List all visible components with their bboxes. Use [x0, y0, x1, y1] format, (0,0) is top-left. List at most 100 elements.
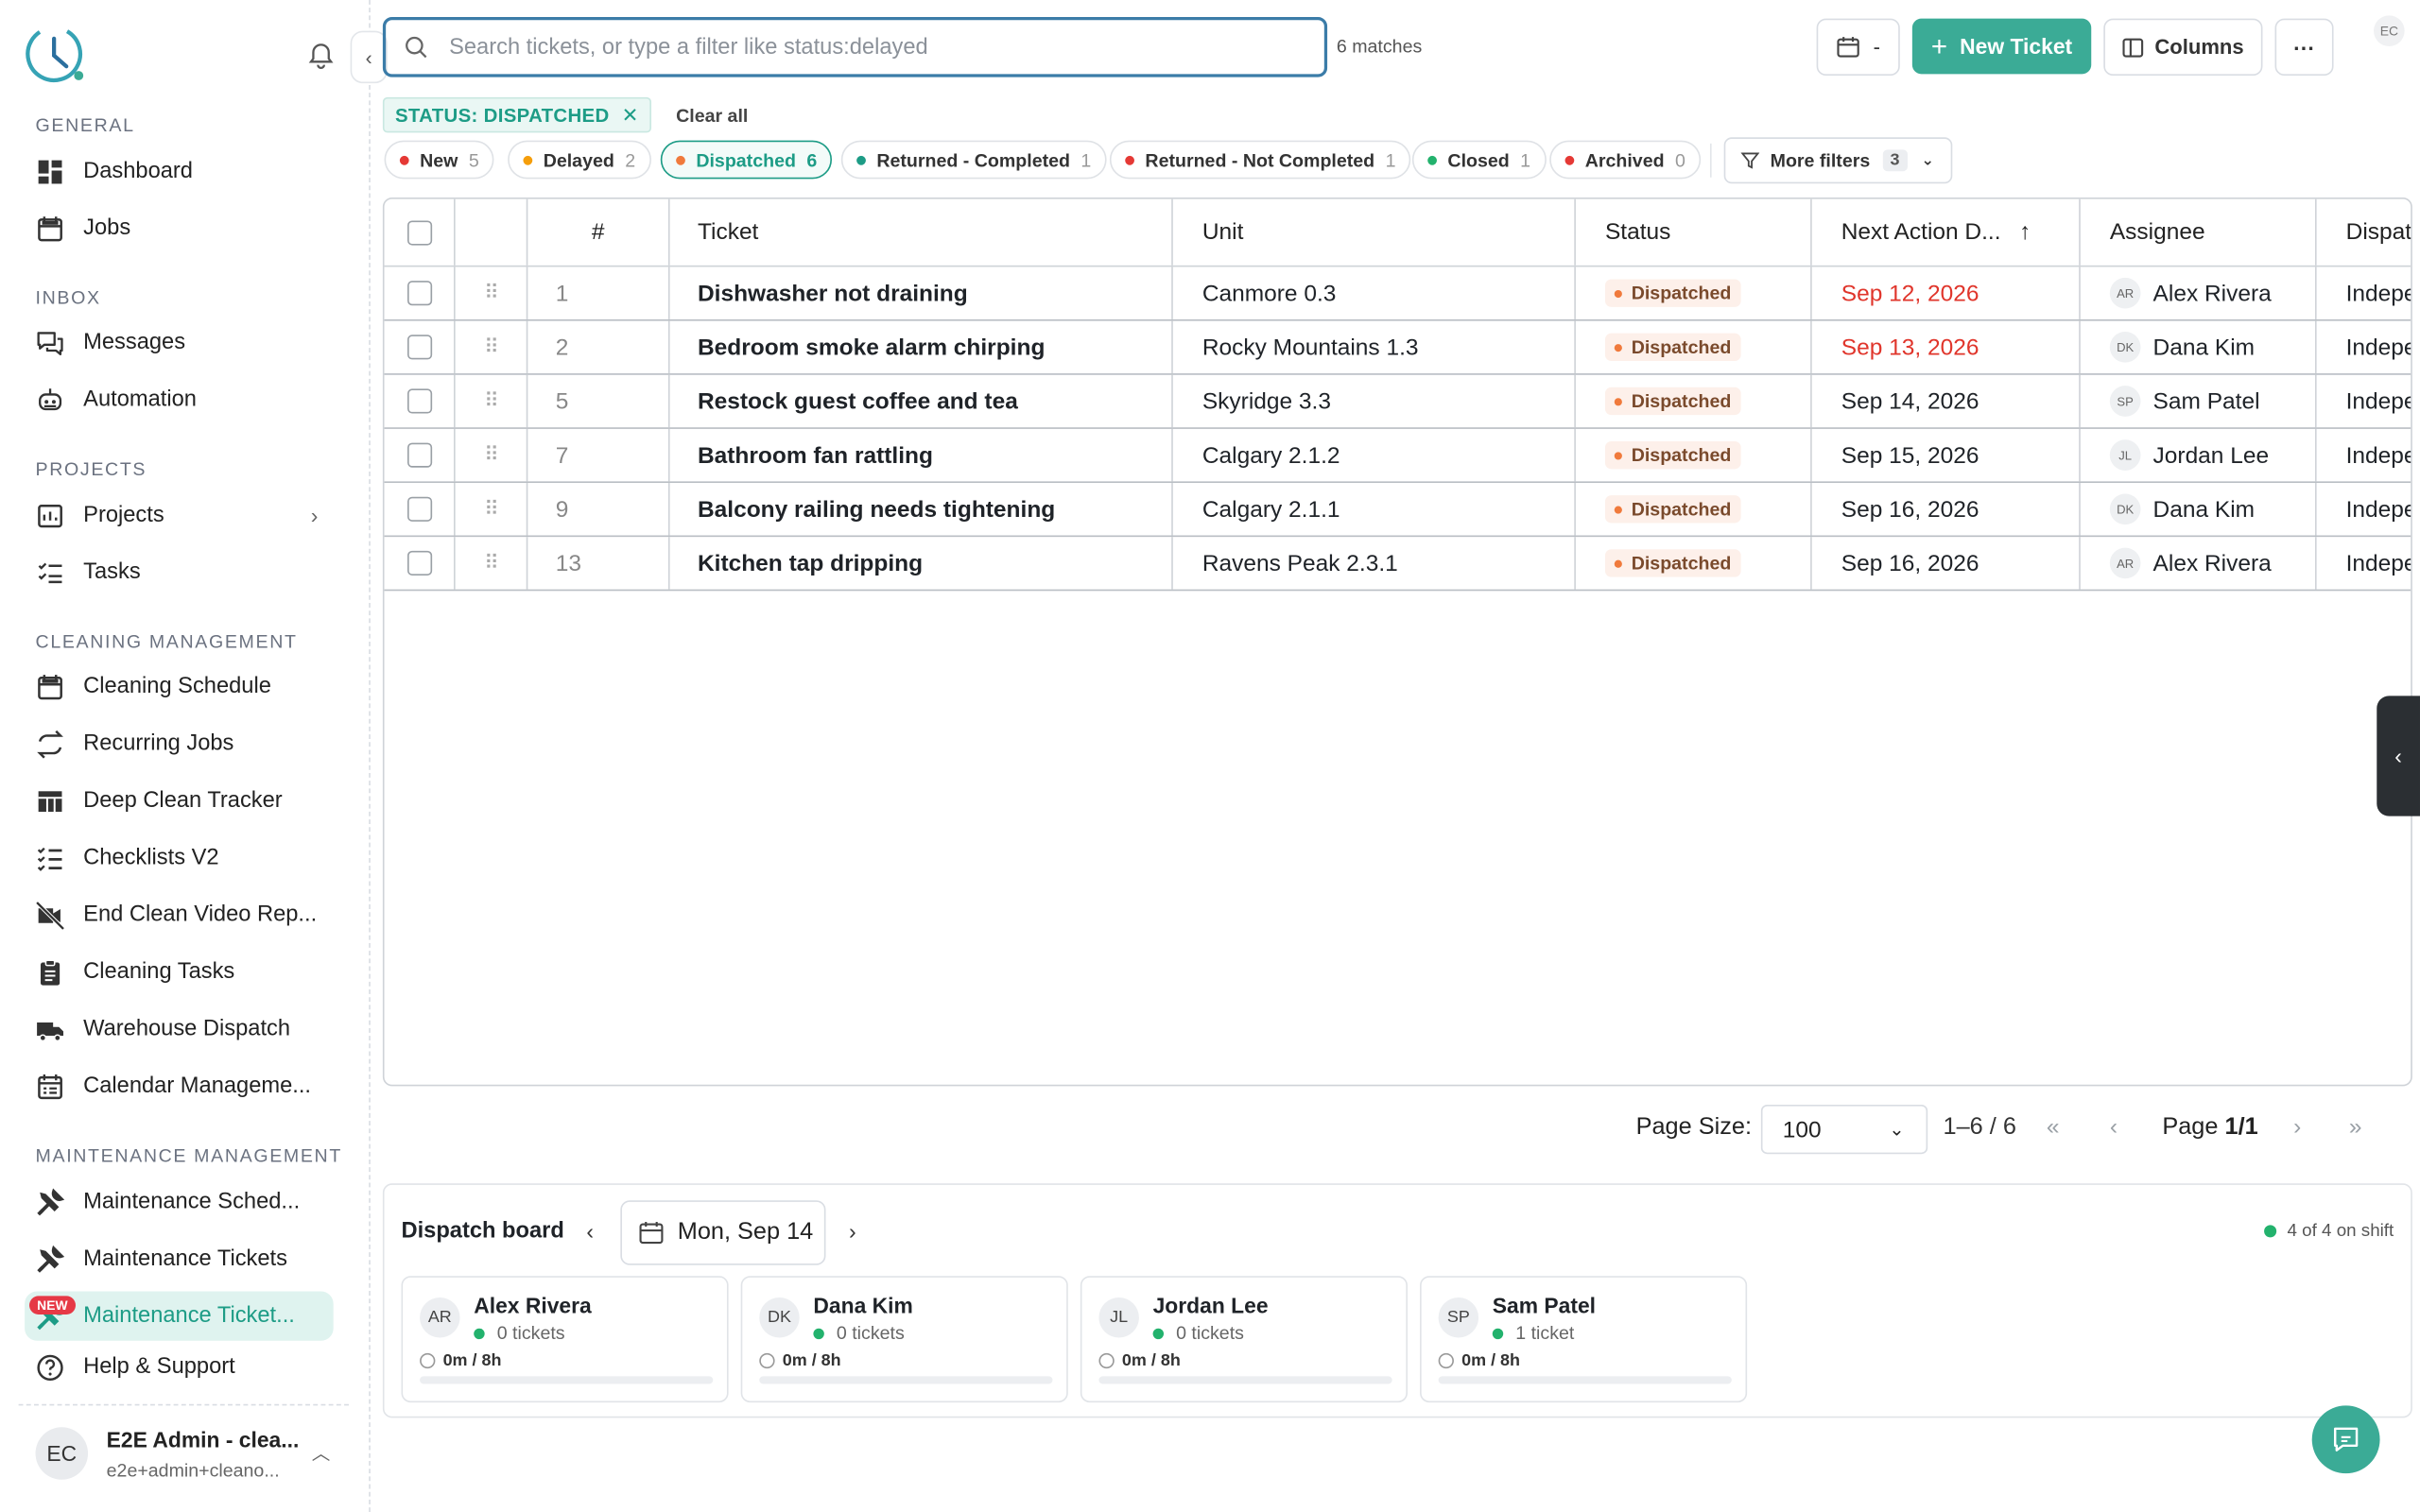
status-filter-chip-delayed[interactable]: Delayed 2	[508, 140, 651, 180]
robot-icon	[39, 387, 62, 410]
page-size-select[interactable]: 100 ⌄	[1760, 1104, 1928, 1155]
ticket-title[interactable]: Balcony railing needs tightening	[670, 483, 1173, 536]
drag-handle-icon[interactable]: ⠿	[456, 483, 528, 536]
sidebar-item-messages[interactable]: Messages	[25, 318, 334, 367]
status-filter-chip-archived[interactable]: Archived 0	[1549, 140, 1702, 180]
side-panel-toggle[interactable]: ‹	[2377, 696, 2420, 816]
sidebar-item-jobs[interactable]: Jobs	[25, 204, 334, 253]
status-filter-chip-dispatched[interactable]: Dispatched 6	[660, 140, 833, 180]
technician-card[interactable]: AR Alex Rivera 0 tickets 0m / 8h	[401, 1276, 729, 1403]
chat-button[interactable]	[2311, 1405, 2380, 1474]
status-filter-chip-new[interactable]: New 5	[384, 140, 495, 180]
table-row[interactable]: ⠿ 1 Dishwasher not draining Canmore 0.3 …	[384, 266, 2411, 321]
select-all-checkbox[interactable]	[406, 219, 432, 245]
status-filter-chip-closed[interactable]: Closed 1	[1411, 140, 1547, 180]
col-header-dispatch[interactable]: Dispat	[2317, 199, 2411, 266]
col-header-unit[interactable]: Unit	[1173, 198, 1576, 266]
col-header-next-action[interactable]: Next Action D... ↑	[1812, 198, 2081, 266]
next-page-button[interactable]: ›	[2293, 1114, 2301, 1141]
sidebar-item-end-clean-video-rep[interactable]: End Clean Video Rep...	[25, 890, 334, 939]
page-size-label: Page Size:	[1635, 1113, 1753, 1141]
status-filter-chip-returned-completed[interactable]: Returned - Completed 1	[840, 140, 1107, 180]
status-filter-chip-returned-not-completed[interactable]: Returned - Not Completed 1	[1109, 140, 1411, 180]
sidebar-item-automation[interactable]: Automation	[25, 375, 334, 424]
user-menu[interactable]: EC E2E Admin - clea... e2e+admin+cleano.…	[18, 1403, 349, 1500]
row-checkbox[interactable]	[406, 388, 432, 414]
drag-handle-icon[interactable]: ⠿	[456, 266, 528, 319]
assignee-cell[interactable]: DK Dana Kim	[2081, 483, 2317, 536]
new-ticket-label: New Ticket	[1960, 33, 2073, 60]
avatar: SP	[2109, 386, 2141, 417]
sidebar-item-maintenance-sched[interactable]: Maintenance Sched...	[25, 1177, 334, 1227]
technician-card[interactable]: SP Sam Patel 1 ticket 0m / 8h	[1420, 1276, 1748, 1403]
new-ticket-button[interactable]: + New Ticket	[1911, 18, 2092, 75]
row-checkbox[interactable]	[406, 550, 432, 576]
drag-handle-icon[interactable]: ⠿	[456, 428, 528, 482]
table-row[interactable]: ⠿ 13 Kitchen tap dripping Ravens Peak 2.…	[384, 537, 2411, 592]
sidebar-item-projects[interactable]: Projects ›	[25, 490, 334, 540]
col-header-ticket[interactable]: Ticket	[670, 198, 1173, 266]
chevron-down-icon: ⌄	[1921, 151, 1935, 169]
sidebar-item-tasks[interactable]: Tasks	[25, 548, 334, 597]
col-header-status[interactable]: Status	[1576, 198, 1812, 266]
bell-icon[interactable]	[305, 40, 337, 71]
user-avatar-top[interactable]: EC	[2374, 15, 2405, 46]
row-checkbox[interactable]	[406, 335, 432, 360]
active-filter-chip[interactable]: STATUS: DISPATCHED ✕	[382, 96, 651, 133]
last-page-button[interactable]: »	[2349, 1114, 2362, 1141]
clock-logo-icon[interactable]	[25, 23, 86, 84]
prev-page-button[interactable]: ‹	[2110, 1114, 2118, 1141]
status-badge: Dispatched	[1604, 440, 1741, 470]
remove-filter-icon[interactable]: ✕	[622, 103, 639, 128]
assignee-cell[interactable]: AR Alex Rivera	[2081, 537, 2317, 590]
col-header-assignee[interactable]: Assignee	[2081, 198, 2317, 266]
ticket-title[interactable]: Bedroom smoke alarm chirping	[670, 320, 1173, 374]
col-header-num[interactable]: #	[527, 198, 670, 266]
sidebar-item-maintenance-tickets[interactable]: Maintenance Tickets	[25, 1234, 334, 1283]
sidebar-item-dashboard[interactable]: Dashboard	[25, 146, 334, 196]
date-filter-button[interactable]: -	[1816, 18, 1900, 76]
row-checkbox[interactable]	[406, 281, 432, 306]
first-page-button[interactable]: «	[2047, 1114, 2060, 1141]
user-email: e2e+admin+cleano...	[106, 1459, 280, 1482]
search-box[interactable]	[382, 16, 1328, 77]
row-checkbox[interactable]	[406, 496, 432, 522]
sidebar-item-checklists-v2[interactable]: Checklists V2	[25, 833, 334, 883]
assignee-cell[interactable]: SP Sam Patel	[2081, 374, 2317, 428]
clear-all-link[interactable]: Clear all	[676, 105, 748, 127]
drag-handle-icon[interactable]: ⠿	[456, 320, 528, 374]
sidebar-item-cleaning-tasks[interactable]: Cleaning Tasks	[25, 947, 334, 996]
next-day-button[interactable]: ›	[849, 1219, 856, 1244]
board-date-picker[interactable]: Mon, Sep 14	[620, 1200, 826, 1265]
prev-day-button[interactable]: ‹	[586, 1219, 594, 1244]
dispatch-cell: Indepe	[2345, 387, 2412, 415]
ticket-title[interactable]: Restock guest coffee and tea	[670, 374, 1173, 428]
assignee-cell[interactable]: DK Dana Kim	[2081, 320, 2317, 374]
drag-handle-icon[interactable]: ⠿	[456, 374, 528, 428]
table-row[interactable]: ⠿ 5 Restock guest coffee and tea Skyridg…	[384, 374, 2412, 429]
drag-handle-icon[interactable]: ⠿	[456, 537, 528, 590]
status-dot	[1614, 505, 1622, 513]
sidebar-item-deep-clean-tracker[interactable]: Deep Clean Tracker	[25, 776, 334, 825]
sidebar-item-calendar-manageme[interactable]: Calendar Manageme...	[25, 1061, 334, 1110]
technician-card[interactable]: JL Jordan Lee 0 tickets 0m / 8h	[1080, 1276, 1408, 1403]
search-input[interactable]	[449, 34, 1283, 60]
more-options-button[interactable]: ···	[2274, 18, 2334, 76]
assignee-cell[interactable]: AR Alex Rivera	[2081, 266, 2317, 319]
table-row[interactable]: ⠿ 9 Balcony railing needs tightening Cal…	[384, 483, 2411, 538]
assignee-cell[interactable]: JL Jordan Lee	[2081, 428, 2317, 482]
ticket-title[interactable]: Bathroom fan rattling	[670, 428, 1173, 482]
columns-button[interactable]: Columns	[2103, 18, 2263, 76]
sidebar-item-help-support[interactable]: Help & Support	[25, 1342, 334, 1391]
row-checkbox[interactable]	[406, 442, 432, 468]
technician-card[interactable]: DK Dana Kim 0 tickets 0m / 8h	[740, 1276, 1068, 1403]
table-row[interactable]: ⠿ 7 Bathroom fan rattling Calgary 2.1.2 …	[384, 428, 2411, 484]
sidebar-item-cleaning-schedule[interactable]: Cleaning Schedule	[25, 662, 334, 711]
table-row[interactable]: ⠿ 2 Bedroom smoke alarm chirping Rocky M…	[384, 320, 2411, 375]
more-filters-button[interactable]: More filters 3 ⌄	[1723, 137, 1953, 184]
page-size-value: 100	[1782, 1116, 1822, 1143]
ticket-title[interactable]: Kitchen tap dripping	[670, 537, 1173, 590]
ticket-title[interactable]: Dishwasher not draining	[670, 266, 1173, 319]
sidebar-item-warehouse-dispatch[interactable]: Warehouse Dispatch	[25, 1005, 334, 1054]
sidebar-item-recurring-jobs[interactable]: Recurring Jobs	[25, 719, 334, 768]
